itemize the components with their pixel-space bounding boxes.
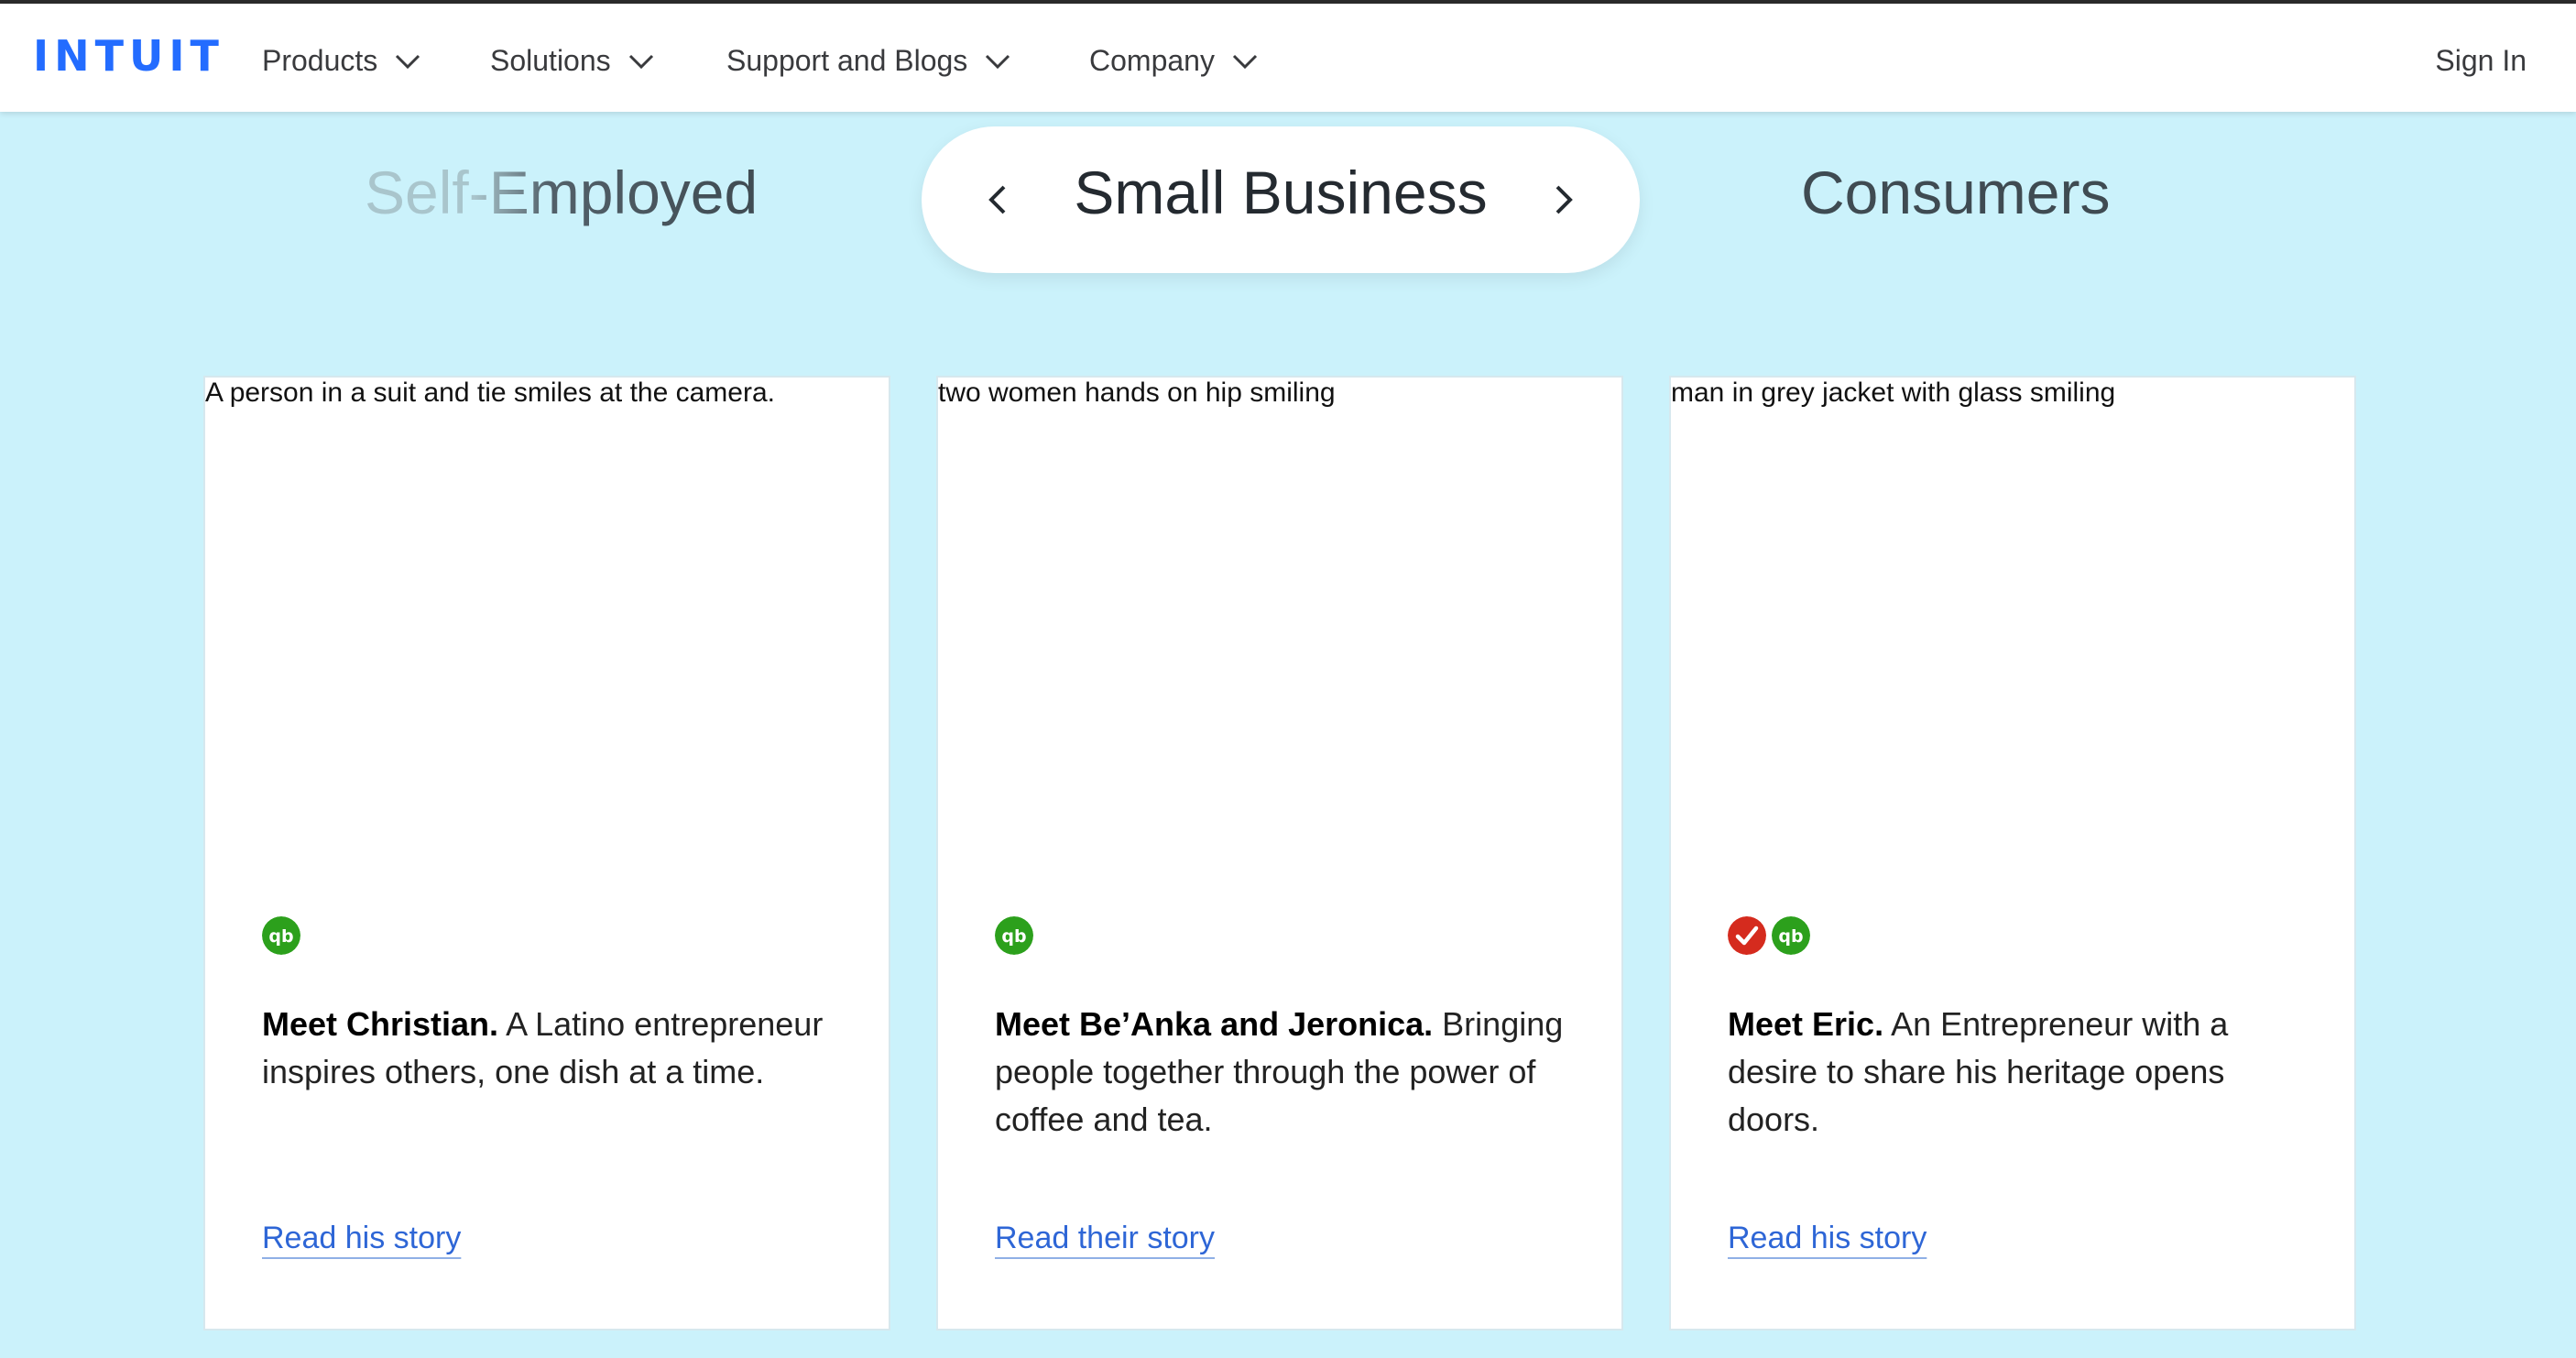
quickbooks-icon: qb bbox=[995, 916, 1033, 955]
intuit-logo[interactable]: INTUIT bbox=[33, 31, 224, 81]
story-card-beanka-jeronica: two women hands on hip smiling qb Meet B… bbox=[936, 376, 1623, 1331]
story-title: Meet Eric. bbox=[1728, 1005, 1884, 1043]
read-story-link[interactable]: Read his story bbox=[262, 1221, 461, 1256]
image-alt-text: man in grey jacket with glass smiling bbox=[1671, 378, 2116, 408]
story-card-eric: man in grey jacket with glass smiling qb… bbox=[1669, 376, 2356, 1331]
nav-company-label: Company bbox=[1089, 44, 1215, 77]
story-description: Meet Be’Anka and Jeronica. Bringing peop… bbox=[995, 1001, 1581, 1144]
chevron-down-icon bbox=[986, 54, 1010, 69]
chevron-down-icon bbox=[1232, 54, 1258, 69]
product-icons: qb bbox=[262, 916, 300, 955]
nav-solutions[interactable]: Solutions bbox=[490, 44, 655, 78]
turbotax-icon bbox=[1728, 916, 1766, 955]
svg-text:qb: qb bbox=[1778, 926, 1803, 947]
story-card-christian: A person in a suit and tie smiles at the… bbox=[203, 376, 890, 1331]
product-icons: qb bbox=[1728, 916, 1810, 955]
chevron-down-icon bbox=[628, 54, 653, 69]
story-title: Meet Be’Anka and Jeronica. bbox=[995, 1005, 1434, 1043]
top-navigation: INTUIT Products Solutions Support and Bl… bbox=[0, 4, 2576, 112]
story-description: Meet Eric. An Entrepreneur with a desire… bbox=[1728, 1001, 2314, 1144]
tab-self-employed[interactable]: Self-Employed bbox=[365, 158, 758, 227]
read-story-link[interactable]: Read his story bbox=[1728, 1221, 1927, 1256]
segment-selector-active: Small Business bbox=[922, 126, 1640, 273]
nav-solutions-label: Solutions bbox=[490, 44, 611, 77]
tab-small-business[interactable]: Small Business bbox=[922, 158, 1640, 227]
quickbooks-icon: qb bbox=[262, 916, 300, 955]
svg-text:qb: qb bbox=[1001, 926, 1026, 947]
story-description: Meet Christian. A Latino entrepreneur in… bbox=[262, 1001, 848, 1096]
read-story-link[interactable]: Read their story bbox=[995, 1221, 1215, 1256]
nav-company[interactable]: Company bbox=[1089, 44, 1259, 78]
image-alt-text: two women hands on hip smiling bbox=[938, 378, 1336, 408]
nav-support-and-blogs[interactable]: Support and Blogs bbox=[726, 44, 1011, 78]
product-icons: qb bbox=[995, 916, 1033, 955]
nav-products-label: Products bbox=[262, 44, 378, 77]
story-title: Meet Christian. bbox=[262, 1005, 499, 1043]
nav-support-label: Support and Blogs bbox=[726, 44, 968, 77]
quickbooks-icon: qb bbox=[1772, 916, 1810, 955]
nav-products[interactable]: Products bbox=[262, 44, 421, 78]
image-alt-text: A person in a suit and tie smiles at the… bbox=[205, 378, 775, 408]
tab-consumers[interactable]: Consumers bbox=[1801, 158, 2110, 227]
chevron-down-icon bbox=[396, 54, 420, 69]
chevron-right-icon[interactable] bbox=[1543, 180, 1583, 220]
svg-text:qb: qb bbox=[268, 926, 293, 947]
sign-in-link[interactable]: Sign In bbox=[2435, 44, 2527, 78]
